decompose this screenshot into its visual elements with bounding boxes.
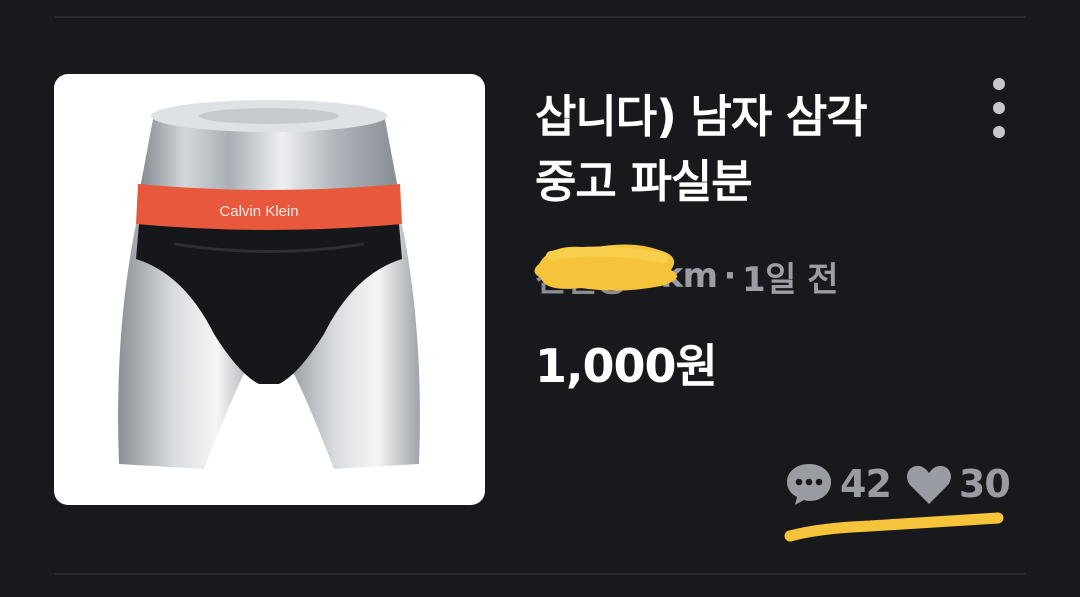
more-vertical-icon-dot xyxy=(993,102,1005,114)
heart-icon xyxy=(905,462,953,506)
more-vertical-icon-dot xyxy=(993,126,1005,138)
stats-highlight-underline xyxy=(784,512,1004,542)
more-vertical-icon xyxy=(993,78,1005,90)
top-divider xyxy=(55,16,1026,18)
more-options-button[interactable] xyxy=(980,74,1020,144)
chat-count: 42 xyxy=(840,462,892,506)
product-thumbnail[interactable]: Calvin Klein xyxy=(54,74,485,505)
listing-price: 1,000원 xyxy=(535,339,718,393)
meta-separator: · xyxy=(723,256,737,296)
chat-bubble-icon xyxy=(784,460,834,508)
waistband-brand: Calvin Klein xyxy=(219,203,298,220)
like-count: 30 xyxy=(958,462,1011,506)
distance: 3km xyxy=(637,256,718,296)
listing-screen: Calvin Klein 삽니다) 남자 삼각 중고 파실분 신길동 3km ·… xyxy=(0,0,1080,597)
time-ago: 1일 전 xyxy=(741,259,839,300)
listing-title[interactable]: 삽니다) 남자 삼각 중고 파실분 xyxy=(535,84,955,214)
bottom-divider xyxy=(55,573,1026,575)
location: 신길동 xyxy=(534,243,678,301)
product-image: Calvin Klein xyxy=(118,100,420,469)
listing-stats: 42 30 xyxy=(784,456,1011,512)
location-name: 신길동 xyxy=(535,259,628,300)
title-line-2: 중고 파실분 xyxy=(535,155,753,208)
title-line-1: 삽니다) 남자 삼각 xyxy=(535,90,868,143)
listing-meta: 신길동 3km · 1일 전 xyxy=(534,243,839,304)
